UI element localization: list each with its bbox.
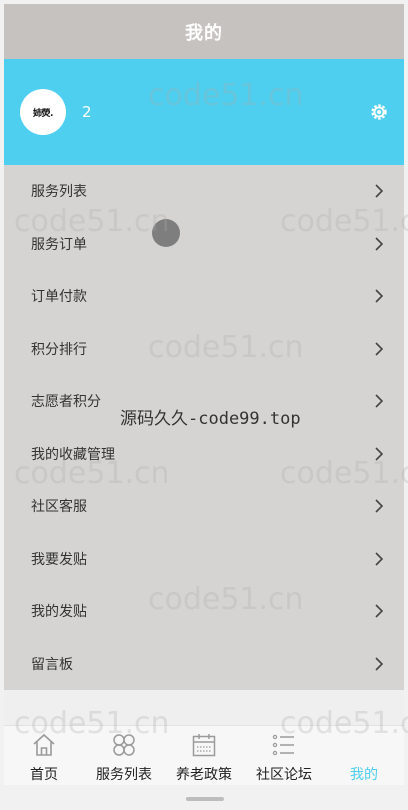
menu-item-label: 我的收藏管理 xyxy=(31,446,115,463)
menu-item-label: 我的发贴 xyxy=(31,604,87,621)
menu-item-service-orders[interactable]: 服务订单 xyxy=(4,218,404,271)
chevron-right-icon xyxy=(375,499,384,513)
menu-item-label: 服务订单 xyxy=(31,236,87,253)
menu-item-my-posts[interactable]: 我的发贴 xyxy=(4,585,404,638)
tab-service-list[interactable]: 服务列表 xyxy=(84,726,164,785)
touch-indicator xyxy=(152,219,180,247)
tab-label: 服务列表 xyxy=(96,767,152,783)
home-indicator xyxy=(186,797,224,801)
chevron-right-icon xyxy=(375,289,384,303)
tab-elderly-policy[interactable]: 养老政策 xyxy=(164,726,244,785)
menu-item-order-payment[interactable]: 订单付款 xyxy=(4,270,404,323)
gear-icon[interactable] xyxy=(368,101,390,123)
chevron-right-icon xyxy=(375,342,384,356)
menu-item-message-board[interactable]: 留言板 xyxy=(4,638,404,691)
menu-item-points-ranking[interactable]: 积分排行 xyxy=(4,323,404,376)
chevron-right-icon xyxy=(375,237,384,251)
chevron-right-icon xyxy=(375,447,384,461)
menu-item-customer-service[interactable]: 社区客服 xyxy=(4,480,404,533)
username: 2 xyxy=(82,103,92,121)
tab-home[interactable]: 首页 xyxy=(4,726,84,785)
menu-item-label: 积分排行 xyxy=(31,341,87,358)
chevron-right-icon xyxy=(375,184,384,198)
person-icon xyxy=(351,732,377,758)
top-bar: 我的 xyxy=(4,4,404,59)
menu-item-label: 社区客服 xyxy=(31,499,87,516)
tab-label: 养老政策 xyxy=(176,767,232,783)
calendar-icon xyxy=(192,734,216,757)
profile-card[interactable]: 姉熒. 2 xyxy=(4,59,404,165)
menu-item-label: 我要发贴 xyxy=(31,551,87,568)
menu-item-label: 订单付款 xyxy=(31,289,87,306)
menu-item-label: 留言板 xyxy=(31,656,73,673)
menu-item-volunteer-points[interactable]: 志愿者积分 xyxy=(4,375,404,428)
bottom-tab-bar: 首页 服务列表 养老政策 社区论坛 我的 xyxy=(4,725,404,785)
tab-label: 我的 xyxy=(350,767,378,783)
list-icon xyxy=(272,734,294,756)
chevron-right-icon xyxy=(375,657,384,671)
tab-mine[interactable]: 我的 xyxy=(324,726,404,785)
menu-item-service-list[interactable]: 服务列表 xyxy=(4,165,404,218)
menu-list: 服务列表 服务订单 订单付款 积分排行 志愿者积分 我的收藏管理 社区客服 我要… xyxy=(4,165,404,690)
avatar[interactable]: 姉熒. xyxy=(20,89,66,135)
chevron-right-icon xyxy=(375,552,384,566)
tab-label: 社区论坛 xyxy=(256,767,312,783)
avatar-text: 姉熒. xyxy=(33,108,53,119)
chevron-right-icon xyxy=(375,394,384,408)
menu-item-new-post[interactable]: 我要发贴 xyxy=(4,533,404,586)
tab-community-forum[interactable]: 社区论坛 xyxy=(244,726,324,785)
menu-item-favorites[interactable]: 我的收藏管理 xyxy=(4,428,404,481)
home-icon xyxy=(33,733,55,756)
flower-icon xyxy=(113,734,135,756)
tab-label: 首页 xyxy=(30,767,58,783)
menu-item-label: 服务列表 xyxy=(31,184,87,201)
chevron-right-icon xyxy=(375,604,384,618)
page-title: 我的 xyxy=(185,22,223,44)
spacer xyxy=(4,690,404,725)
menu-item-label: 志愿者积分 xyxy=(31,394,101,411)
